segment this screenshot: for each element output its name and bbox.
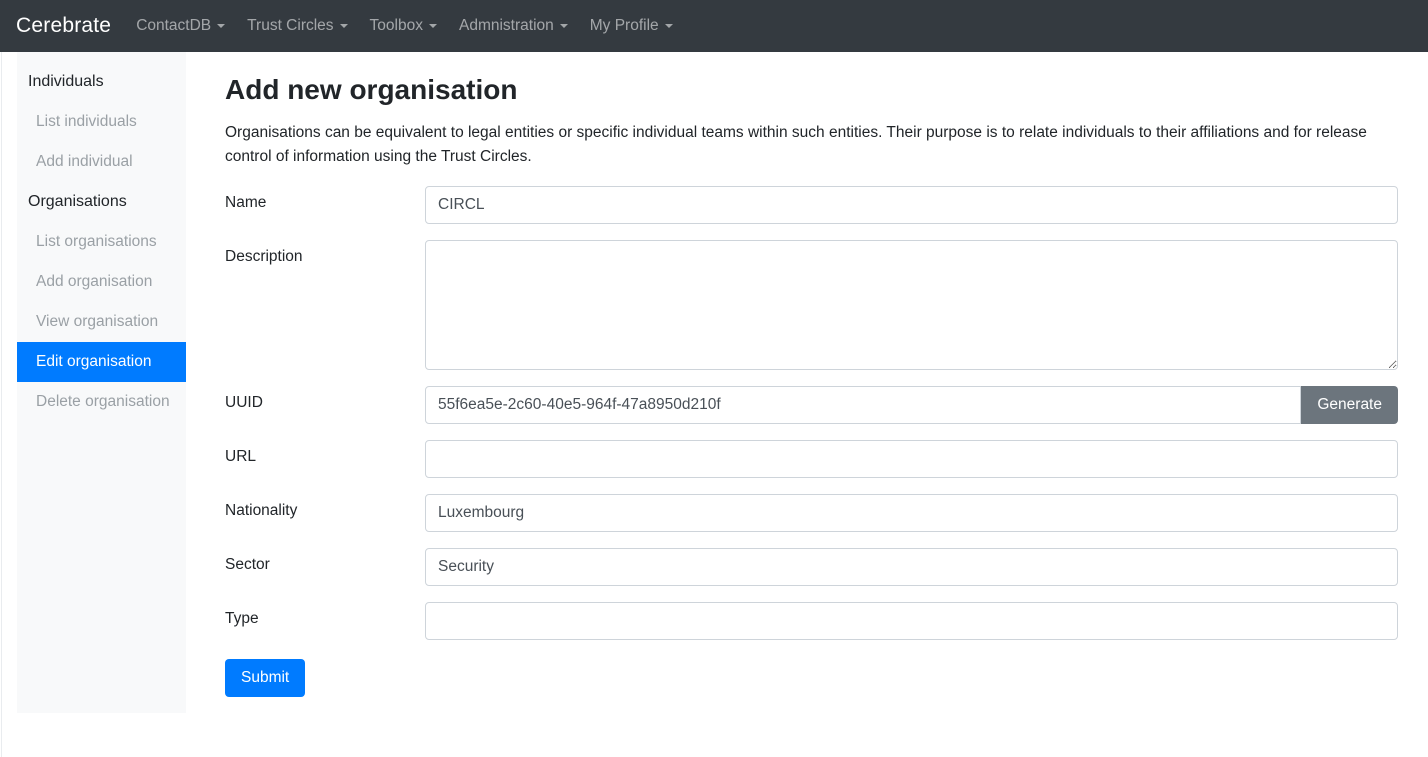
chevron-down-icon [665, 24, 673, 28]
nav-item-label: Toolbox [370, 17, 423, 35]
uuid-field[interactable] [425, 386, 1301, 424]
form-row-name: Name [225, 186, 1398, 224]
nav-item-administration[interactable]: Admnistration [448, 9, 579, 43]
type-label: Type [225, 602, 425, 640]
page-body: Individuals List individuals Add individ… [0, 52, 1428, 713]
sector-field[interactable] [425, 548, 1398, 586]
sidebar-header-organisations: Organisations [17, 182, 186, 222]
form-row-sector: Sector [225, 548, 1398, 586]
page-title: Add new organisation [225, 73, 1398, 107]
nav-item-label: Trust Circles [247, 17, 333, 35]
top-navbar: Cerebrate ContactDB Trust Circles Toolbo… [0, 0, 1428, 52]
form-row-type: Type [225, 602, 1398, 640]
description-field[interactable] [425, 240, 1398, 370]
sidebar-item-list-organisations[interactable]: List organisations [17, 222, 186, 262]
sidebar: Individuals List individuals Add individ… [17, 52, 186, 713]
sector-label: Sector [225, 548, 425, 586]
chevron-down-icon [340, 24, 348, 28]
nationality-field[interactable] [425, 494, 1398, 532]
sidebar-item-edit-organisation[interactable]: Edit organisation [17, 342, 186, 382]
page-description: Organisations can be equivalent to legal… [225, 121, 1398, 169]
navbar-menu: ContactDB Trust Circles Toolbox Admnistr… [125, 9, 683, 43]
type-field[interactable] [425, 602, 1398, 640]
url-field[interactable] [425, 440, 1398, 478]
description-label: Description [225, 240, 425, 370]
form-row-description: Description [225, 240, 1398, 370]
sidebar-item-delete-organisation[interactable]: Delete organisation [17, 382, 186, 422]
chevron-down-icon [560, 24, 568, 28]
name-field[interactable] [425, 186, 1398, 224]
nav-item-toolbox[interactable]: Toolbox [359, 9, 448, 43]
main-content: Add new organisation Organisations can b… [186, 52, 1428, 713]
name-label: Name [225, 186, 425, 224]
nav-item-label: ContactDB [136, 17, 211, 35]
submit-button[interactable]: Submit [225, 659, 305, 697]
nav-item-trust-circles[interactable]: Trust Circles [236, 9, 358, 43]
nav-item-contactdb[interactable]: ContactDB [125, 9, 236, 43]
sidebar-item-view-organisation[interactable]: View organisation [17, 302, 186, 342]
form-row-nationality: Nationality [225, 494, 1398, 532]
sidebar-item-add-organisation[interactable]: Add organisation [17, 262, 186, 302]
nationality-label: Nationality [225, 494, 425, 532]
sidebar-item-add-individual[interactable]: Add individual [17, 142, 186, 182]
chevron-down-icon [429, 24, 437, 28]
url-label: URL [225, 440, 425, 478]
organisation-form: Name Description UUID Generate URL [225, 186, 1398, 713]
nav-item-label: Admnistration [459, 17, 554, 35]
brand-logo[interactable]: Cerebrate [16, 14, 111, 38]
nav-item-label: My Profile [590, 17, 659, 35]
nav-item-my-profile[interactable]: My Profile [579, 9, 684, 43]
sidebar-item-list-individuals[interactable]: List individuals [17, 102, 186, 142]
uuid-label: UUID [225, 386, 425, 424]
chevron-down-icon [217, 24, 225, 28]
form-row-uuid: UUID Generate [225, 386, 1398, 424]
generate-button[interactable]: Generate [1301, 386, 1398, 424]
form-row-url: URL [225, 440, 1398, 478]
sidebar-header-individuals: Individuals [17, 62, 186, 102]
window-edge-line [1, 52, 2, 757]
